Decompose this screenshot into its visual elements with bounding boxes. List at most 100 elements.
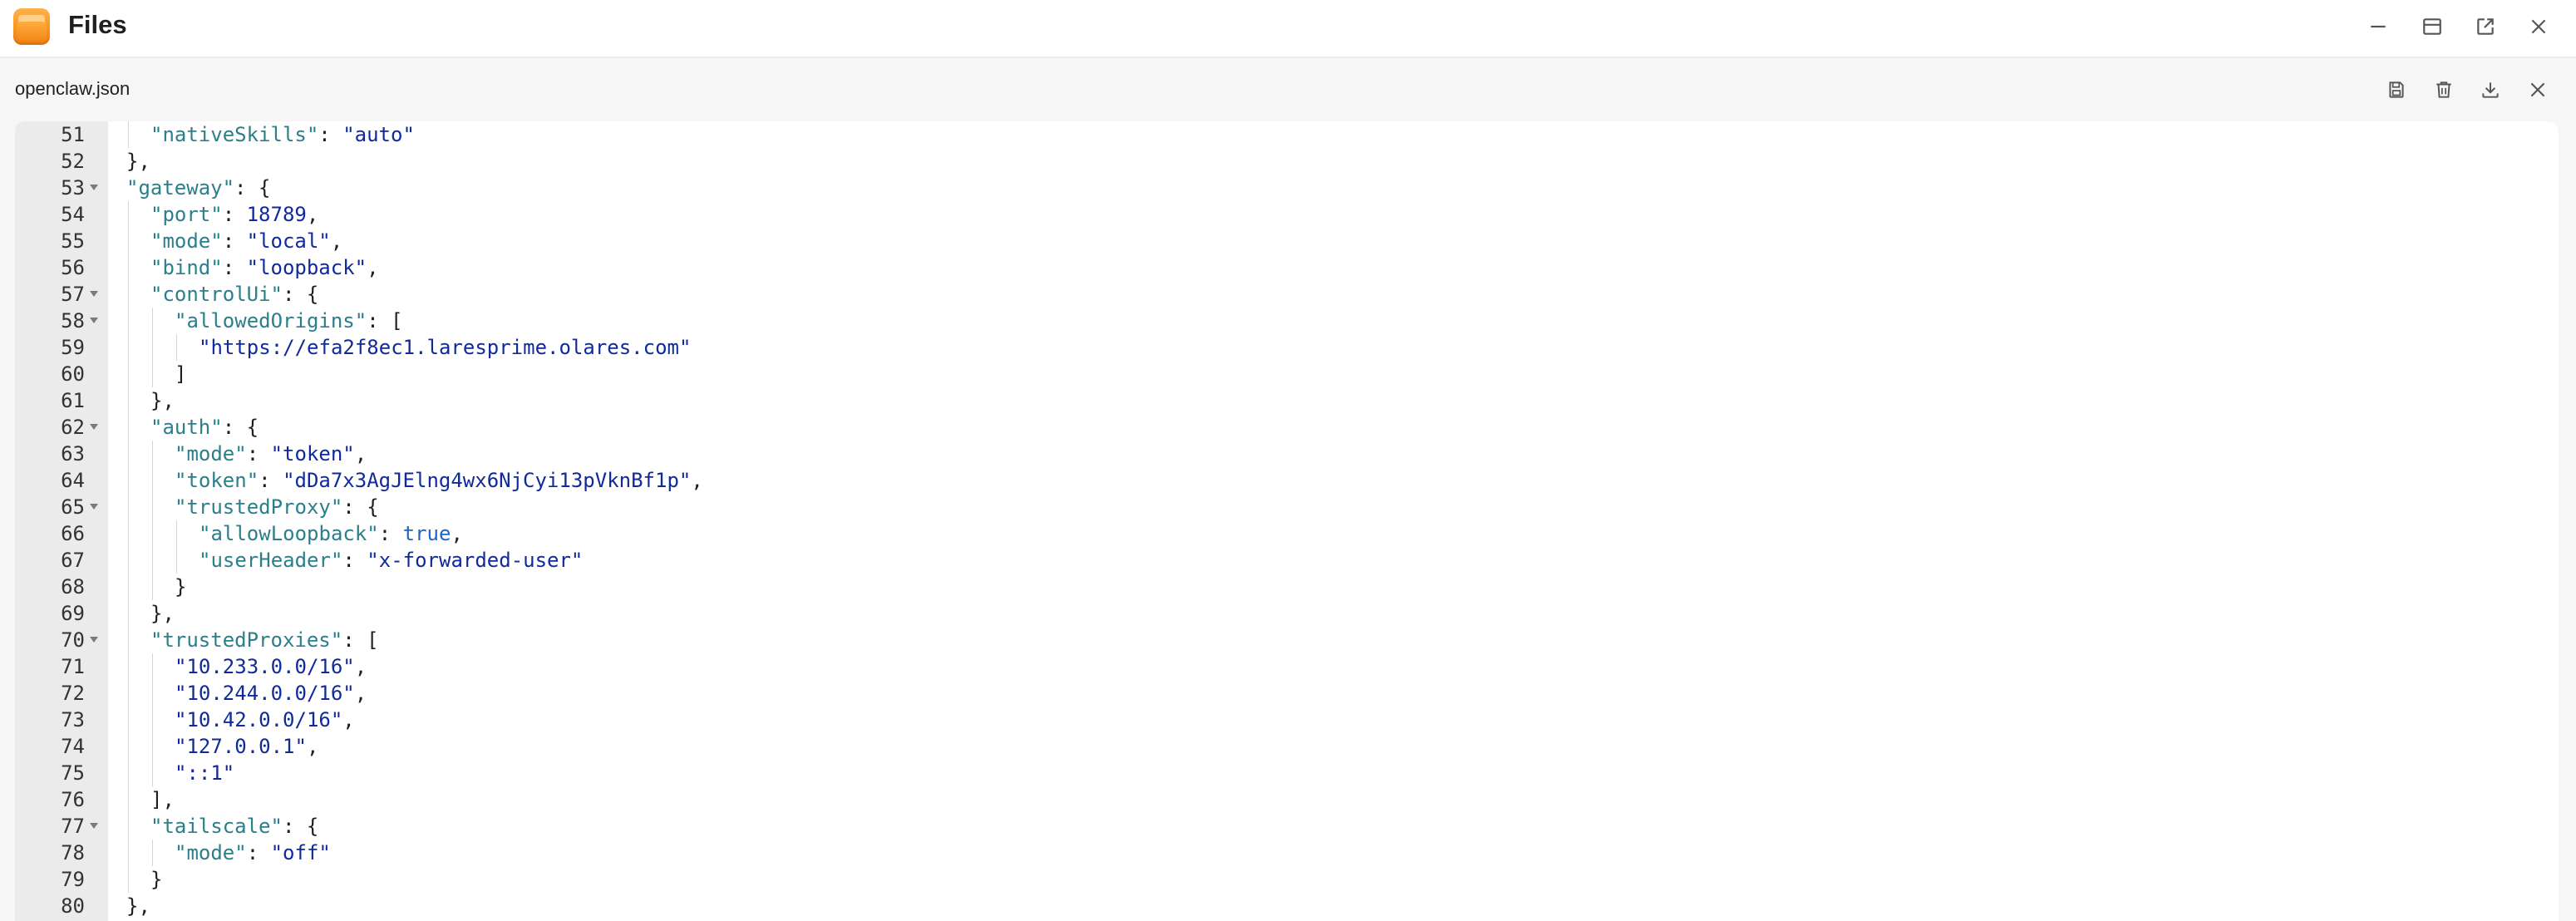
code-text: } — [175, 574, 186, 600]
line-number: 53 — [61, 176, 85, 199]
token-p: ], — [150, 788, 175, 811]
fold-toggle-icon[interactable] — [90, 424, 98, 430]
code-line: 79} — [15, 866, 2559, 893]
save-button[interactable] — [2380, 73, 2413, 106]
token-p: : { — [342, 495, 379, 519]
token-str: "loopback" — [246, 256, 367, 279]
code-line: 63 "mode": "token", — [15, 441, 2559, 467]
window-titlebar: Files — [0, 0, 2576, 57]
fold-toggle-icon[interactable] — [90, 637, 98, 643]
code-line: 76], — [15, 786, 2559, 813]
token-str: "10.244.0.0/16" — [175, 682, 355, 705]
code-text: }, — [126, 148, 150, 175]
code-text: "10.233.0.0/16", — [175, 653, 367, 680]
indent-guide — [128, 334, 129, 361]
fold-toggle-icon[interactable] — [90, 504, 98, 510]
code-line: 54 "port": 18789, — [15, 201, 2559, 228]
code-editor[interactable]: 51 "nativeSkills": "auto" 52}, 53 "gateway":… — [15, 121, 2559, 921]
code-text: "https://efa2f8ec1.laresprime.olares.com… — [199, 334, 691, 361]
code-line: 61}, — [15, 387, 2559, 414]
code-text: }, — [150, 387, 175, 414]
file-toolbar: openclaw.json — [0, 58, 2576, 121]
indent-guide — [152, 760, 153, 786]
open-external-icon — [2477, 18, 2494, 35]
token-p: , — [451, 522, 463, 545]
token-p: ] — [175, 362, 187, 386]
fold-toggle-icon[interactable] — [90, 291, 98, 297]
line-number: 51 — [61, 123, 85, 146]
token-p: , — [354, 655, 367, 678]
indent-guide — [152, 574, 153, 600]
maximize-button[interactable] — [2416, 10, 2449, 43]
token-p: , — [354, 442, 367, 465]
code-line: 59 "https://efa2f8ec1.laresprime.olares.c… — [15, 334, 2559, 361]
code-text: "127.0.0.1", — [175, 733, 318, 760]
indent-guide — [128, 520, 129, 547]
line-number: 66 — [61, 522, 85, 545]
maximize-icon — [2423, 18, 2441, 35]
token-key: "auth" — [150, 416, 223, 439]
code-text: ], — [150, 786, 175, 813]
code-text: } — [150, 866, 162, 893]
line-number: 61 — [61, 389, 85, 412]
indent-guide — [152, 467, 153, 494]
code-text: "controlUi": { — [150, 281, 318, 308]
token-str: "127.0.0.1" — [175, 735, 307, 758]
code-line: 73 "10.42.0.0/16", — [15, 707, 2559, 733]
indent-guide — [128, 254, 129, 281]
line-number: 57 — [61, 283, 85, 306]
line-number: 67 — [61, 549, 85, 572]
window-close-button[interactable] — [2522, 10, 2555, 43]
editor-frame: 51 "nativeSkills": "auto" 52}, 53 "gateway":… — [0, 121, 2576, 921]
indent-guide — [128, 866, 129, 893]
code-text: "allowLoopback": true, — [199, 520, 463, 547]
token-key: "gateway" — [126, 176, 235, 199]
token-p: : — [378, 522, 403, 545]
indent-guide — [128, 547, 129, 574]
token-str: "token" — [270, 442, 355, 465]
token-str: "off" — [270, 841, 331, 864]
line-number: 55 — [61, 229, 85, 253]
token-p: : { — [234, 176, 271, 199]
fold-toggle-icon[interactable] — [90, 318, 98, 323]
token-p: }, — [126, 150, 150, 173]
token-p: , — [691, 469, 703, 492]
fold-toggle-icon[interactable] — [90, 823, 98, 829]
code-line: 69}, — [15, 600, 2559, 627]
indent-guide — [128, 707, 129, 733]
code-text: "allowedOrigins": [ — [175, 308, 403, 334]
line-number: 72 — [61, 682, 85, 705]
line-number: 80 — [61, 894, 85, 918]
open-external-button[interactable] — [2469, 10, 2502, 43]
code-line: 80}, — [15, 893, 2559, 919]
token-str: "auto" — [342, 123, 415, 146]
code-line: 66 "allowLoopback": true, — [15, 520, 2559, 547]
delete-button[interactable] — [2427, 73, 2460, 106]
code-line: 65 "trustedProxy": { — [15, 494, 2559, 520]
indent-guide — [128, 494, 129, 520]
delete-icon — [2436, 81, 2451, 98]
line-number: 70 — [61, 628, 85, 652]
code-text: "trustedProxies": [ — [150, 627, 379, 653]
code-text: "token": "dDa7x3AgJElng4wx6NjCyi13pVknBf… — [175, 467, 703, 494]
indent-guide — [128, 441, 129, 467]
token-p: : — [222, 256, 247, 279]
indent-guide — [176, 334, 177, 361]
code-text: "nativeSkills": "auto" — [150, 121, 415, 148]
indent-guide — [128, 228, 129, 254]
token-p: } — [175, 575, 187, 598]
indent-guide — [128, 308, 129, 334]
fold-toggle-icon[interactable] — [90, 185, 98, 190]
token-key: "nativeSkills" — [150, 123, 319, 146]
download-button[interactable] — [2474, 73, 2507, 106]
minimize-button[interactable] — [2362, 10, 2395, 43]
line-number: 65 — [61, 495, 85, 519]
token-p: : { — [282, 283, 319, 306]
code-line: 62 "auth": { — [15, 414, 2559, 441]
close-file-button[interactable] — [2521, 73, 2554, 106]
token-p: }, — [126, 894, 150, 918]
line-number: 71 — [61, 655, 85, 678]
code-text: }, — [126, 893, 150, 919]
indent-guide — [128, 361, 129, 387]
token-key: "trustedProxies" — [150, 628, 343, 652]
